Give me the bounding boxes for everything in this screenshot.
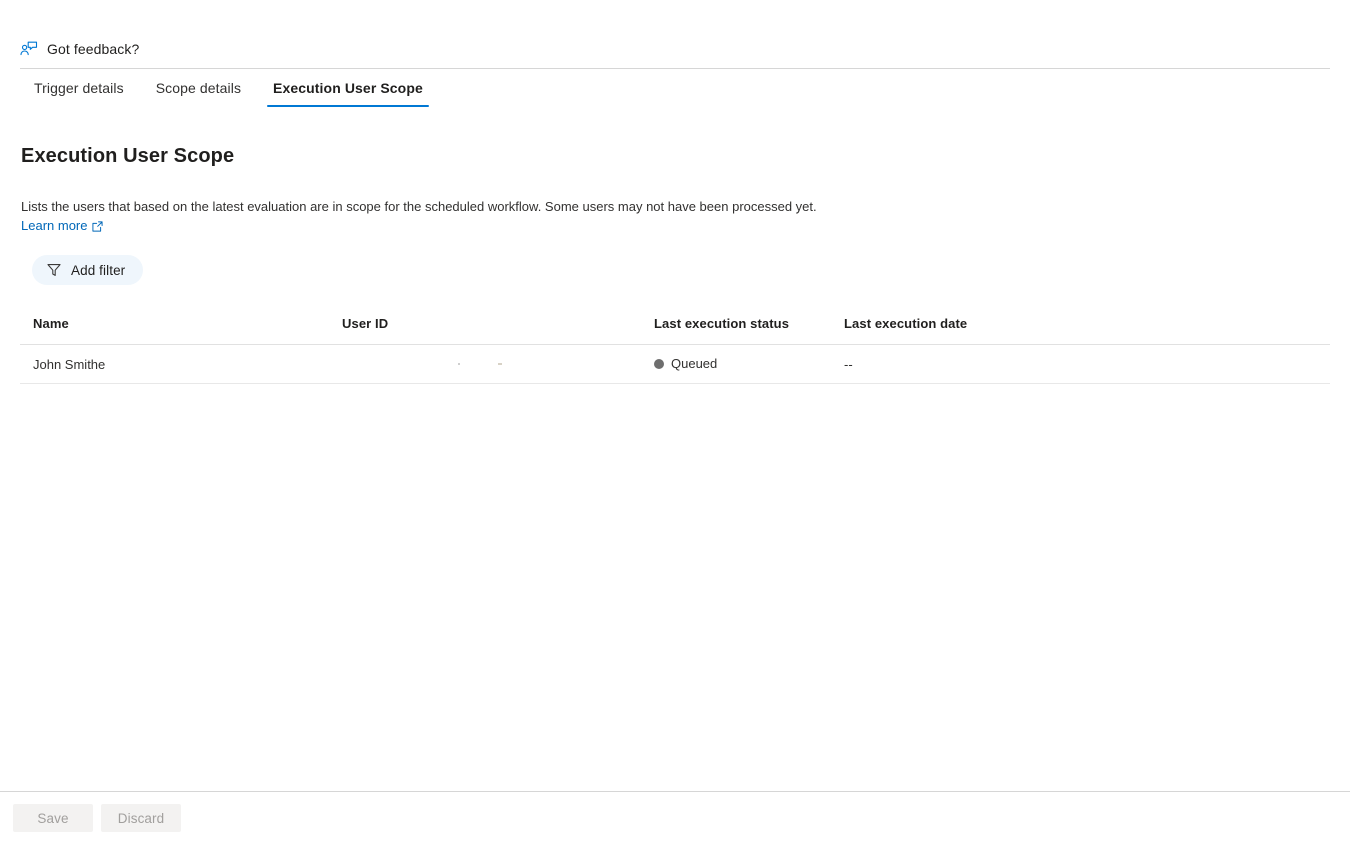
feedback-bar: Got feedback? — [0, 0, 1350, 68]
feedback-person-icon — [20, 40, 38, 58]
discard-button[interactable]: Discard — [101, 804, 181, 832]
column-header-last-execution-date[interactable]: Last execution date — [844, 316, 1330, 345]
tab-scope-details-label: Scope details — [155, 80, 242, 96]
column-header-user-id[interactable]: User ID — [342, 316, 654, 345]
table-header-row: Name User ID Last execution status Last … — [20, 316, 1330, 345]
table-header: Name User ID Last execution status Last … — [20, 316, 1330, 345]
status-dot-icon — [654, 358, 664, 369]
bottom-command-bar: Save Discard — [0, 791, 1350, 844]
cell-user-id — [342, 344, 654, 384]
table-body: John Smithe Queued -- — [20, 344, 1330, 384]
external-link-icon — [92, 220, 104, 232]
add-filter-button[interactable]: Add filter — [32, 255, 144, 285]
learn-more-label: Learn more — [21, 218, 88, 233]
page-description-text: Lists the users that based on the latest… — [21, 199, 817, 214]
column-header-name[interactable]: Name — [20, 316, 342, 345]
table-row[interactable]: John Smithe Queued -- — [20, 344, 1330, 384]
main-content: Execution User Scope Lists the users tha… — [0, 145, 1350, 384]
status-badge: Queued — [654, 356, 717, 371]
status-label: Queued — [671, 356, 718, 372]
funnel-icon — [47, 263, 61, 277]
column-header-last-execution-status[interactable]: Last execution status — [654, 316, 844, 345]
got-feedback-link[interactable]: Got feedback? — [20, 40, 139, 58]
tab-execution-user-scope[interactable]: Execution User Scope — [257, 69, 439, 107]
tab-trigger-details-label: Trigger details — [34, 80, 124, 96]
tabstrip: Trigger details Scope details Execution … — [0, 69, 1350, 107]
page-description: Lists the users that based on the latest… — [21, 198, 1121, 235]
user-id-redacted-value — [342, 358, 654, 371]
tab-execution-user-scope-label: Execution User Scope — [273, 80, 423, 96]
save-button[interactable]: Save — [13, 804, 93, 832]
users-table-container: Name User ID Last execution status Last … — [20, 316, 1330, 384]
tab-trigger-details[interactable]: Trigger details — [18, 69, 140, 107]
execution-user-scope-table: Name User ID Last execution status Last … — [20, 316, 1330, 384]
learn-more-link[interactable]: Learn more — [21, 217, 104, 235]
add-filter-label: Add filter — [71, 262, 126, 278]
page-title: Execution User Scope — [21, 145, 235, 167]
got-feedback-label: Got feedback? — [47, 41, 140, 57]
cell-name: John Smithe — [20, 344, 342, 384]
cell-last-execution-status: Queued — [654, 344, 844, 384]
tab-scope-details[interactable]: Scope details — [140, 69, 257, 107]
cell-last-execution-date: -- — [844, 344, 1330, 384]
filter-toolbar: Add filter — [32, 255, 1330, 285]
